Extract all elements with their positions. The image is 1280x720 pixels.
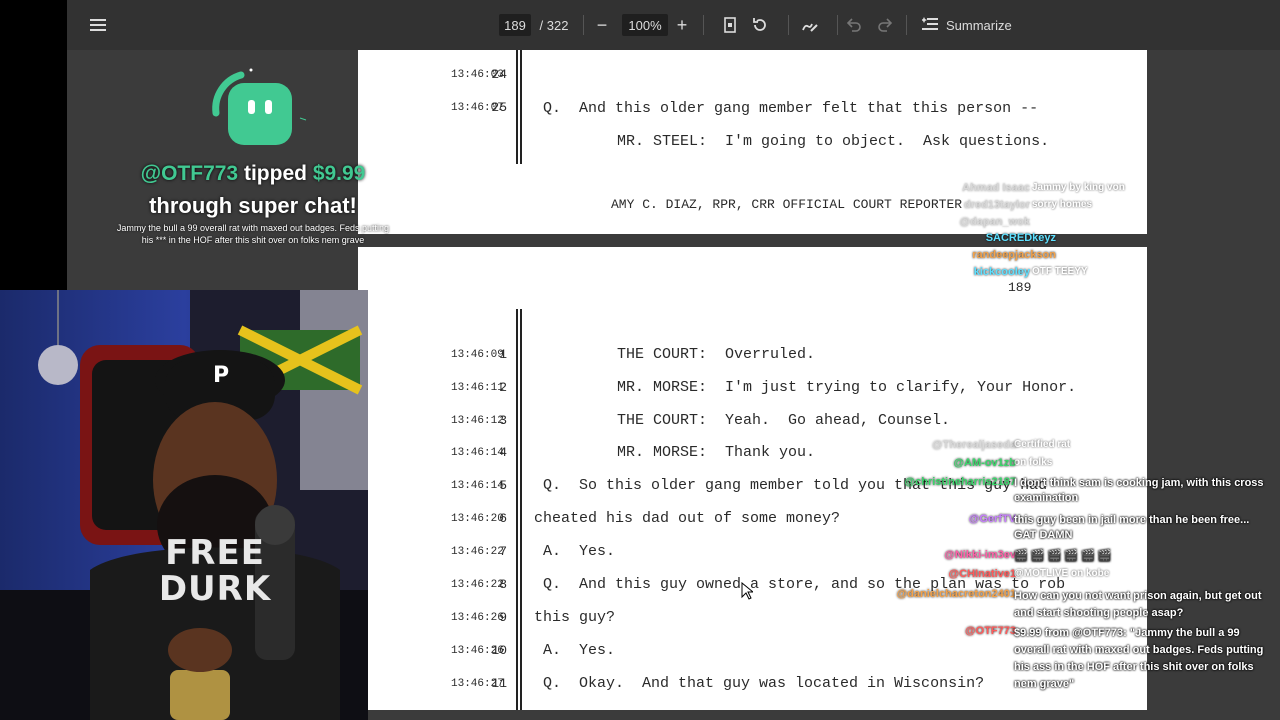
chat-username: @danielchacreton2401 xyxy=(896,588,1016,600)
chat-message: I don't think sam is cooking jam, with t… xyxy=(1014,477,1264,504)
zoom-level[interactable]: 100% xyxy=(622,14,668,36)
cap-logo: P xyxy=(213,363,230,388)
chat-username: @GerfTV xyxy=(968,513,1016,525)
chat-overlay-bottom: @Therealjaseda Certified rat @AM-ov1zb o… xyxy=(880,437,1275,697)
chat-message: sorry homes xyxy=(1032,199,1093,210)
chat-message: @MOTLIVE on kobe xyxy=(1014,568,1110,579)
chat-username: dred13taylor xyxy=(963,199,1030,211)
chat-username: @AM-ov1zb xyxy=(953,457,1016,469)
redo-icon[interactable] xyxy=(875,14,895,36)
chat-username: @CHInative1 xyxy=(948,568,1016,580)
chat-message: $9.99 from @OTF773: "Jammy the bull a 99… xyxy=(1014,627,1264,690)
undo-icon[interactable] xyxy=(844,14,864,36)
chat-message: How can you not want prison again, but g… xyxy=(1014,590,1262,619)
menu-icon[interactable] xyxy=(87,14,109,36)
transcript-line: 1 13:46:09 THE COURT: Overruled. xyxy=(451,346,816,363)
chat-username: @OTF773 xyxy=(964,625,1016,637)
chat-message: Certified rat xyxy=(1014,439,1071,450)
chat-message: OTF TEEYY xyxy=(1032,266,1088,277)
rotate-icon[interactable] xyxy=(750,14,770,36)
tip-subline: through super chat! xyxy=(149,193,357,218)
transcript-line: 24 13:46:03 Q. And this older gang member… xyxy=(451,67,1039,117)
chat-username: @dapan_wok xyxy=(959,216,1030,228)
chat-message: 🎬 🎬 🎬 🎬 🎬 🎬 xyxy=(1014,550,1112,562)
summarize-icon xyxy=(921,16,938,34)
tip-alert: @OTF773 tipped $9.99 through super chat!… xyxy=(100,60,406,260)
mouse-cursor-icon xyxy=(741,581,755,605)
draw-icon[interactable] xyxy=(800,14,820,36)
chat-username: SACREDkeyz xyxy=(985,232,1056,244)
chat-username: @Therealjaseda xyxy=(931,439,1016,451)
shirt-print: FREE DURK xyxy=(158,533,272,609)
chat-username: @Nikki-im3ev xyxy=(944,549,1016,561)
transcript-line: 3 13:46:12 THE COURT: Yeah. Go ahead, Coun… xyxy=(451,412,951,429)
page-number-input[interactable]: 189 xyxy=(499,14,531,36)
tip-message: Jammy the bull a 99 overall rat with max… xyxy=(116,223,390,245)
webcam-feed: P FREE DURK xyxy=(0,290,368,720)
chat-message: Jammy by king von xyxy=(1032,182,1125,193)
tip-headline: @OTF773 tipped $9.99 xyxy=(140,162,366,185)
chat-overlay-top: Ahmad Isaac Jammy by king von dred13tayl… xyxy=(900,180,1130,280)
summarize-label: Summarize xyxy=(946,17,1012,33)
zoom-in-button[interactable]: + xyxy=(672,14,692,36)
chat-username: randeepjackson xyxy=(972,249,1056,261)
chat-username: Ahmad Isaac xyxy=(962,182,1030,194)
summarize-button[interactable]: Summarize xyxy=(921,14,1022,36)
chat-username: kickcooley xyxy=(973,266,1030,278)
robot-mascot-icon xyxy=(208,68,318,158)
pdf-toolbar: 189 / 322 − 100% + Summarize xyxy=(67,0,1280,50)
transcript-line: 2 13:46:11 MR. MORSE: I'm just trying to c… xyxy=(451,379,1077,396)
chat-username: @christineharris2187 xyxy=(904,476,1016,488)
chat-message: this guy been in jail more than he been … xyxy=(1014,514,1250,541)
page-total: / 322 xyxy=(539,17,569,33)
fit-page-icon[interactable] xyxy=(720,14,740,36)
zoom-out-button[interactable]: − xyxy=(592,14,612,36)
transcript-line: 25 13:46:07 MR. STEEL: I'm going to objec… xyxy=(451,100,1050,150)
page-number: 189 xyxy=(1008,280,1032,295)
chat-message: on folks xyxy=(1014,457,1053,468)
